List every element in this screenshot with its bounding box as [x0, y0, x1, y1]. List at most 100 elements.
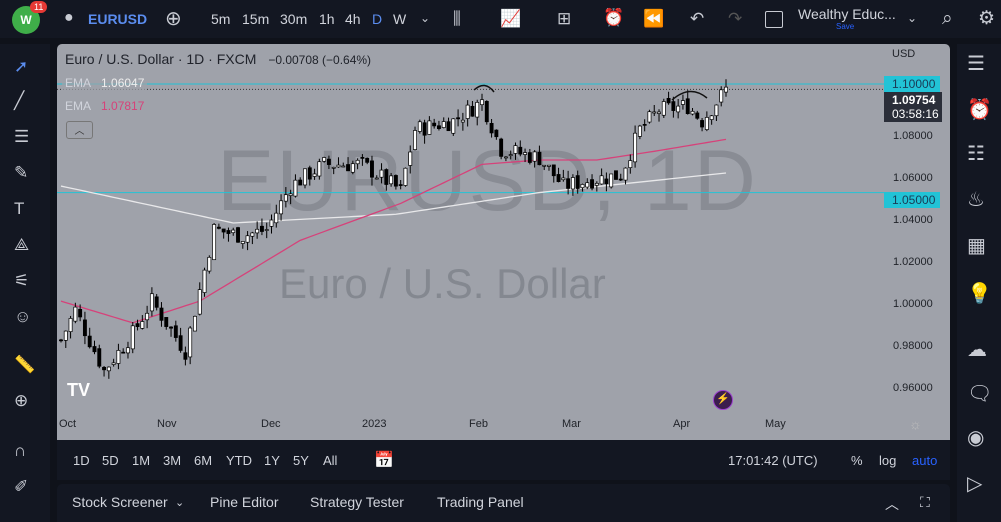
save-status[interactable]: Save — [836, 22, 854, 31]
redo-icon[interactable]: ↷ — [728, 10, 742, 27]
search-icon[interactable]: ⌕ — [942, 9, 953, 28]
alert-icon[interactable]: ⏰ — [603, 9, 624, 26]
symbol-search[interactable]: EURUSD — [88, 11, 147, 27]
price-plot[interactable] — [57, 44, 950, 440]
candle-body — [527, 152, 532, 163]
zoom-in-icon[interactable]: ⊕ — [14, 392, 28, 409]
ema-slow-legend[interactable]: EMA 1.06047 — [62, 75, 148, 91]
range-5d[interactable]: 5D — [102, 453, 119, 468]
lock-drawing-icon[interactable]: ✐ — [14, 478, 28, 495]
emoji-icon[interactable]: ☺ — [14, 308, 31, 325]
chart-pane[interactable]: EURUSD, 1D Euro / U.S. Dollar Euro / U.S… — [57, 44, 950, 440]
candle-body — [169, 326, 173, 329]
candle-body — [494, 129, 499, 138]
streams-icon[interactable]: ◉ — [967, 428, 984, 448]
layout-grid-icon[interactable]: ⊞ — [557, 10, 571, 27]
ema-fast-legend[interactable]: EMA 1.07817 — [62, 98, 148, 114]
tf-1h[interactable]: 1h — [319, 11, 335, 27]
candle-body — [609, 173, 614, 188]
candle-body — [566, 178, 571, 189]
chevron-down-icon[interactable]: ⌄ — [420, 12, 430, 24]
price-label: 1.04000 — [893, 214, 933, 226]
log-toggle[interactable]: log — [879, 453, 896, 468]
maximize-icon[interactable]: ⛶ — [920, 494, 930, 511]
candle-body — [393, 175, 398, 187]
candle-body — [87, 335, 92, 348]
currency-selector[interactable]: USD — [892, 48, 915, 60]
range-1m[interactable]: 1M — [132, 453, 150, 468]
goto-date-icon[interactable]: 📅 — [374, 450, 394, 470]
candle-body — [724, 86, 728, 93]
collapse-legend-button[interactable]: ︿ — [66, 121, 93, 139]
candle-body — [680, 100, 685, 105]
tf-d[interactable]: D — [372, 11, 382, 27]
tf-5m[interactable]: 5m — [211, 11, 230, 27]
messages-icon[interactable]: 🗨 — [967, 384, 992, 404]
gear-icon[interactable]: ⚙ — [978, 9, 995, 28]
broadcast-icon[interactable]: ▷ — [967, 474, 982, 494]
range-1d[interactable]: 1D — [73, 453, 90, 468]
chart-settings-icon[interactable]: ☼ — [909, 416, 922, 432]
fib-icon[interactable]: ☰ — [14, 128, 29, 145]
text-icon[interactable]: T — [14, 200, 24, 217]
calendar-icon[interactable]: ▦ — [967, 236, 986, 256]
indicators-icon[interactable]: 📈 — [500, 10, 521, 27]
tf-4h[interactable]: 4h — [345, 11, 361, 27]
brush-icon[interactable]: ✎ — [14, 164, 28, 181]
percent-toggle[interactable]: % — [851, 453, 863, 468]
data-window-icon[interactable]: ☷ — [967, 144, 985, 164]
magnet-icon[interactable]: ∩ — [14, 442, 26, 459]
chat-icon[interactable]: ☁ — [967, 340, 987, 360]
candle-body — [164, 317, 169, 327]
chevron-up-icon[interactable]: ︿ — [885, 494, 899, 514]
candle-body — [173, 325, 178, 338]
tf-15m[interactable]: 15m — [242, 11, 269, 27]
range-3m[interactable]: 3M — [163, 453, 181, 468]
trendline-icon[interactable]: ╱ — [14, 92, 24, 109]
ruler-icon[interactable]: 📏 — [14, 356, 35, 373]
range-5y[interactable]: 5Y — [293, 453, 309, 468]
tab-trading-panel[interactable]: Trading Panel — [437, 494, 524, 510]
support-level-label[interactable]: 1.05000 — [884, 192, 940, 208]
clock[interactable]: 17:01:42 (UTC) — [728, 453, 818, 468]
candle-body — [92, 346, 97, 353]
range-ytd[interactable]: YTD — [226, 453, 252, 468]
ideas-icon[interactable]: 💡 — [967, 284, 992, 304]
fullscreen-toggle[interactable] — [765, 11, 783, 28]
replay-icon[interactable]: ⏪ — [643, 10, 664, 27]
range-6m[interactable]: 6M — [194, 453, 212, 468]
candle-body — [269, 219, 274, 227]
pattern-icon[interactable]: ⟁ — [14, 236, 29, 253]
time-label: Nov — [157, 418, 177, 430]
hotlist-icon[interactable]: ♨ — [967, 190, 985, 210]
range-all[interactable]: All — [323, 453, 337, 468]
candle-body — [537, 151, 542, 166]
tf-w[interactable]: W — [393, 11, 406, 27]
candle-body — [704, 117, 709, 130]
tab-strategy-tester[interactable]: Strategy Tester — [310, 494, 404, 510]
candle-body — [365, 157, 370, 163]
ema-value: 1.07817 — [101, 99, 145, 113]
date-range-bar: 1D 5D 1M 3M 6M YTD 1Y 5Y All 📅 17:01:42 … — [57, 440, 950, 480]
candle-body — [111, 362, 116, 365]
candle-body — [240, 241, 245, 244]
alert-level-label[interactable]: 1.10000 — [884, 76, 940, 92]
add-symbol-icon[interactable]: ⊕ — [165, 9, 182, 29]
watchlist-icon[interactable]: ☰ — [967, 54, 985, 74]
chevron-down-icon[interactable]: ⌄ — [907, 12, 917, 24]
auto-toggle[interactable]: auto — [912, 453, 937, 468]
candle-body — [73, 306, 78, 322]
undo-icon[interactable]: ↶ — [690, 10, 704, 27]
cursor-icon[interactable]: ➚ — [14, 58, 28, 75]
range-1y[interactable]: 1Y — [264, 453, 280, 468]
tab-stock-screener[interactable]: Stock Screener — [72, 494, 168, 510]
alarm-icon[interactable]: ⏰ — [967, 100, 992, 120]
candle-body — [542, 164, 547, 167]
tab-pine-editor[interactable]: Pine Editor — [210, 494, 278, 510]
prediction-icon[interactable]: ⚟ — [14, 272, 29, 289]
layout-name[interactable]: Wealthy Educ... — [798, 6, 896, 22]
lightning-icon[interactable]: ⚡ — [713, 390, 733, 410]
tf-30m[interactable]: 30m — [280, 11, 307, 27]
chevron-down-icon[interactable]: ⌄ — [175, 496, 184, 509]
candle-type-icon[interactable]: ⫼ — [453, 10, 461, 27]
